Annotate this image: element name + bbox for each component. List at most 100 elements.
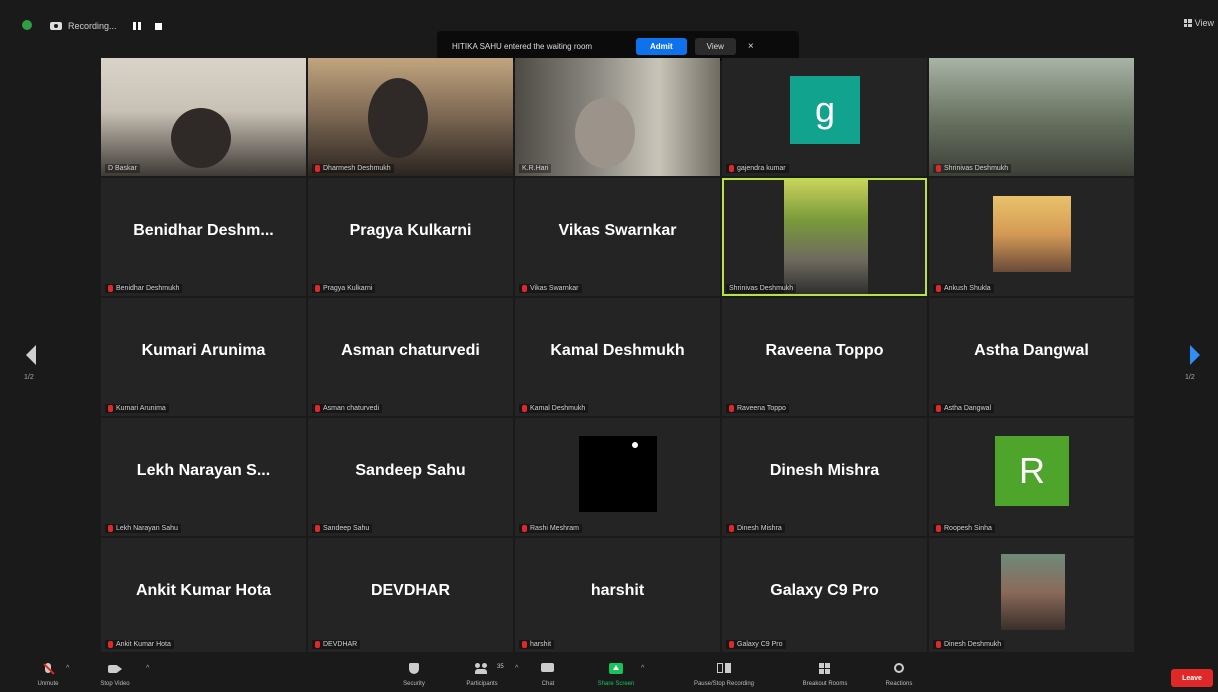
participant-tile[interactable]: Asman chaturvedi Asman chaturvedi	[308, 298, 513, 416]
share-options-chevron-icon[interactable]: ^	[641, 665, 644, 672]
participants-button[interactable]: Participants	[454, 655, 510, 692]
participant-video-feed	[171, 108, 231, 168]
recording-label: Recording...	[68, 21, 117, 31]
participant-name: Dinesh Deshmukh	[944, 641, 1002, 648]
participants-options-chevron-icon[interactable]: ^	[515, 665, 518, 672]
muted-mic-icon	[108, 641, 113, 648]
participant-video-feed	[993, 196, 1071, 272]
participant-tile[interactable]: Astha Dangwal Astha Dangwal	[929, 298, 1134, 416]
waiting-room-notification: HITIKA SAHU entered the waiting room Adm…	[437, 31, 799, 61]
participant-display-name: Lekh Narayan S...	[136, 462, 271, 479]
participant-video-feed	[579, 436, 657, 512]
participant-tile[interactable]: g gajendra kumar	[722, 58, 927, 176]
stop-video-label: Stop Video	[100, 681, 130, 687]
participant-tile[interactable]: DEVDHAR DEVDHAR	[308, 538, 513, 652]
unmute-button[interactable]: Unmute	[26, 655, 70, 692]
participant-tile[interactable]: Ankit Kumar Hota Ankit Kumar Hota	[101, 538, 306, 652]
participant-video-feed	[368, 78, 428, 158]
participant-tile[interactable]: harshit harshit	[515, 538, 720, 652]
participant-name: Pragya Kulkarni	[323, 285, 373, 292]
muted-mic-icon	[522, 641, 527, 648]
previous-page-arrow-icon[interactable]	[26, 345, 36, 365]
participant-name: K.R.Hari	[522, 165, 549, 172]
breakout-rooms-button[interactable]: Breakout Rooms	[793, 655, 857, 692]
participant-tile[interactable]: K.R.Hari	[515, 58, 720, 176]
muted-mic-icon	[315, 641, 320, 648]
participant-name-label: Raveena Toppo	[726, 404, 789, 413]
participants-label: Participants	[466, 681, 498, 687]
muted-mic-icon	[522, 525, 527, 532]
audio-options-chevron-icon[interactable]: ^	[66, 665, 69, 672]
view-waiting-room-button[interactable]: View	[694, 37, 736, 55]
participant-name-label: Vikas Swarnkar	[519, 284, 582, 293]
participant-name: gajendra kumar	[737, 165, 786, 172]
participant-name: Shrinivas Deshmukh	[729, 285, 794, 292]
participant-name: Ankush Shukla	[944, 285, 991, 292]
participant-name-label: Kamal Deshmukh	[519, 404, 589, 413]
participant-tile[interactable]: R Roopesh Sinha	[929, 418, 1134, 536]
participant-name: Raveena Toppo	[737, 405, 786, 412]
stop-video-button[interactable]: Stop Video	[90, 655, 140, 692]
participant-tile[interactable]: Ankush Shukla	[929, 178, 1134, 296]
participant-name-label: Galaxy C9 Pro	[726, 640, 786, 649]
participant-tile[interactable]: Dinesh Deshmukh	[929, 538, 1134, 652]
pause-stop-recording-label: Pause/Stop Recording	[693, 681, 755, 687]
participant-tile[interactable]: Benidhar Deshm... Benidhar Deshmukh	[101, 178, 306, 296]
muted-mic-icon	[729, 165, 734, 172]
participant-tile[interactable]: Galaxy C9 Pro Galaxy C9 Pro	[722, 538, 927, 652]
video-options-chevron-icon[interactable]: ^	[146, 665, 149, 672]
participant-name-label: Shrinivas Deshmukh	[726, 284, 797, 293]
participant-name-label: Lekh Narayan Sahu	[105, 524, 181, 533]
security-label: Security	[403, 681, 425, 687]
participant-tile[interactable]: Dharmesh Deshmukh	[308, 58, 513, 176]
view-button[interactable]: View	[1183, 18, 1214, 28]
participant-video-feed	[575, 98, 635, 168]
participant-name: Shrinivas Deshmukh	[944, 165, 1009, 172]
participant-display-name: Dinesh Mishra	[769, 462, 880, 479]
participant-name: Kamal Deshmukh	[530, 405, 586, 412]
muted-mic-icon	[108, 405, 113, 412]
security-shield-icon[interactable]	[22, 20, 32, 30]
leave-button[interactable]: Leave	[1171, 669, 1213, 687]
chat-label: Chat	[541, 681, 555, 687]
participant-tile[interactable]: Kamal Deshmukh Kamal Deshmukh	[515, 298, 720, 416]
participant-tile[interactable]: Lekh Narayan S... Lekh Narayan Sahu	[101, 418, 306, 536]
pause-stop-recording-button[interactable]: Pause/Stop Recording	[683, 655, 765, 692]
participant-video-feed	[1001, 554, 1065, 630]
participant-tile[interactable]: Pragya Kulkarni Pragya Kulkarni	[308, 178, 513, 296]
participant-tile[interactable]: Dinesh Mishra Dinesh Mishra	[722, 418, 927, 536]
muted-mic-icon	[522, 285, 527, 292]
participant-tile[interactable]: Raveena Toppo Raveena Toppo	[722, 298, 927, 416]
pause-recording-icon[interactable]	[132, 22, 141, 30]
participant-tile[interactable]: Vikas Swarnkar Vikas Swarnkar	[515, 178, 720, 296]
participant-tile[interactable]: D Baskar	[101, 58, 306, 176]
reactions-button[interactable]: Reactions	[876, 655, 922, 692]
participant-name-label: Benidhar Deshmukh	[105, 284, 183, 293]
active-speaker-tile[interactable]: Shrinivas Deshmukh	[722, 178, 927, 296]
breakout-rooms-icon	[818, 663, 832, 675]
muted-mic-icon	[315, 405, 320, 412]
participant-name-label: K.R.Hari	[519, 164, 552, 173]
participant-name-label: Shrinivas Deshmukh	[933, 164, 1012, 173]
chat-bubble-icon	[541, 663, 555, 675]
participant-name: Astha Dangwal	[944, 405, 992, 412]
participant-name-label: Dharmesh Deshmukh	[312, 164, 394, 173]
close-icon[interactable]: ×	[748, 41, 754, 52]
share-screen-label: Share Screen	[597, 681, 635, 687]
next-page-arrow-icon[interactable]	[1190, 345, 1200, 365]
pause-stop-icon	[717, 663, 731, 675]
admit-button[interactable]: Admit	[636, 37, 687, 55]
participant-display-name: Benidhar Deshm...	[133, 222, 274, 239]
participant-display-name: Sandeep Sahu	[355, 462, 466, 479]
participant-name: Rashi Meshram	[530, 525, 580, 532]
participant-tile[interactable]: Sandeep Sahu Sandeep Sahu	[308, 418, 513, 536]
chat-button[interactable]: Chat	[530, 655, 566, 692]
participant-tile[interactable]: Shrinivas Deshmukh	[929, 58, 1134, 176]
share-screen-button[interactable]: Share Screen	[592, 655, 640, 692]
participant-tile[interactable]: Kumari Arunima Kumari Arunima	[101, 298, 306, 416]
participant-name: Lekh Narayan Sahu	[116, 525, 178, 532]
security-button[interactable]: Security	[392, 655, 436, 692]
participant-tile[interactable]: Rashi Meshram	[515, 418, 720, 536]
muted-mic-icon	[936, 165, 941, 172]
stop-recording-icon[interactable]	[154, 22, 162, 30]
